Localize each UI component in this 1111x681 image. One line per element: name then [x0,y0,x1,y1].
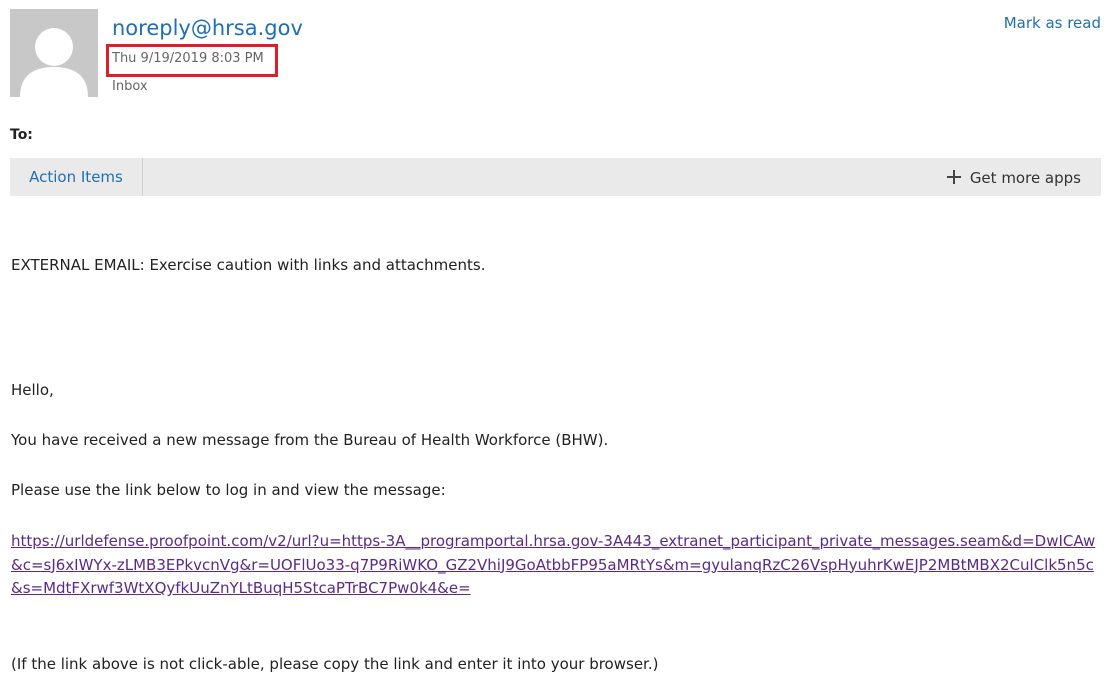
apps-bar: Action Items Get more apps [10,158,1101,196]
mark-as-read-button[interactable]: Mark as read [1004,14,1101,32]
greeting-text: Hello, [11,381,54,399]
copy-link-note: (If the link above is not click-able, pl… [11,655,659,673]
plus-icon [946,170,961,184]
tab-action-items[interactable]: Action Items [10,158,143,196]
message-line-1: You have received a new message from the… [11,431,609,449]
get-more-apps-button[interactable]: Get more apps [946,158,1081,196]
get-more-apps-label: Get more apps [969,169,1081,187]
external-email-warning: EXTERNAL EMAIL: Exercise caution with li… [11,256,486,274]
person-avatar-icon [20,28,88,97]
sender-avatar [10,9,98,97]
sender-address[interactable]: noreply@hrsa.gov [112,16,303,40]
portal-link[interactable]: https://urldefense.proofpoint.com/v2/url… [11,530,1101,601]
sent-date: Thu 9/19/2019 8:03 PM [112,51,264,66]
folder-label: Inbox [112,79,148,94]
to-label: To: [10,127,33,143]
message-line-2: Please use the link below to log in and … [11,481,446,499]
